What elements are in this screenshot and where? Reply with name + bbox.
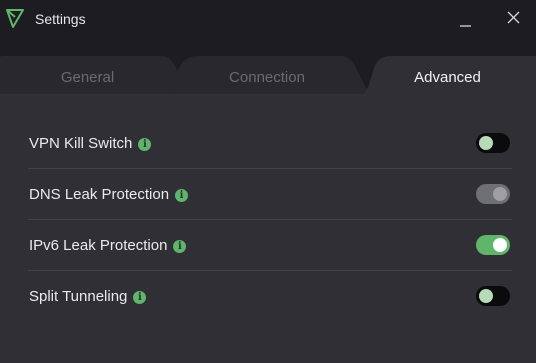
ipv6-leak-toggle[interactable] xyxy=(476,235,510,255)
info-icon[interactable]: i xyxy=(175,189,189,202)
info-icon[interactable]: i xyxy=(138,138,152,151)
setting-row-kill-switch: VPN Kill Switch i xyxy=(28,118,512,169)
info-icon[interactable]: i xyxy=(173,240,187,253)
tab-shapes xyxy=(0,56,536,96)
kill-switch-toggle[interactable] xyxy=(476,133,510,153)
close-icon xyxy=(507,11,520,24)
setting-label: DNS Leak Protection i xyxy=(29,186,189,203)
advanced-settings-list: VPN Kill Switch i DNS Leak Protection i IP… xyxy=(28,118,512,321)
minimize-button[interactable] xyxy=(450,6,480,32)
setting-label: IPv6 Leak Protection i xyxy=(29,237,187,254)
setting-label: Split Tunneling i xyxy=(29,288,147,305)
tab-advanced[interactable]: Advanced xyxy=(390,69,505,86)
tab-general[interactable]: General xyxy=(30,69,145,86)
toggle-knob xyxy=(493,238,507,252)
dns-leak-toggle[interactable] xyxy=(476,184,510,204)
setting-row-dns-leak: DNS Leak Protection i xyxy=(28,169,512,220)
setting-row-split-tunneling: Split Tunneling i xyxy=(28,271,512,321)
tab-bar: General Connection Advanced xyxy=(0,36,536,96)
minimize-icon xyxy=(460,25,471,27)
setting-row-ipv6-leak: IPv6 Leak Protection i xyxy=(28,220,512,271)
split-tunneling-toggle[interactable] xyxy=(476,286,510,306)
title-bar: Settings xyxy=(0,0,536,36)
info-icon[interactable]: i xyxy=(133,291,147,304)
window-title: Settings xyxy=(35,11,86,27)
setting-label: VPN Kill Switch i xyxy=(29,135,152,152)
toggle-knob xyxy=(479,136,493,150)
close-button[interactable] xyxy=(498,6,528,32)
toggle-knob xyxy=(493,187,507,201)
app-logo-icon xyxy=(6,9,24,28)
toggle-knob xyxy=(479,289,493,303)
tab-connection[interactable]: Connection xyxy=(207,69,327,86)
